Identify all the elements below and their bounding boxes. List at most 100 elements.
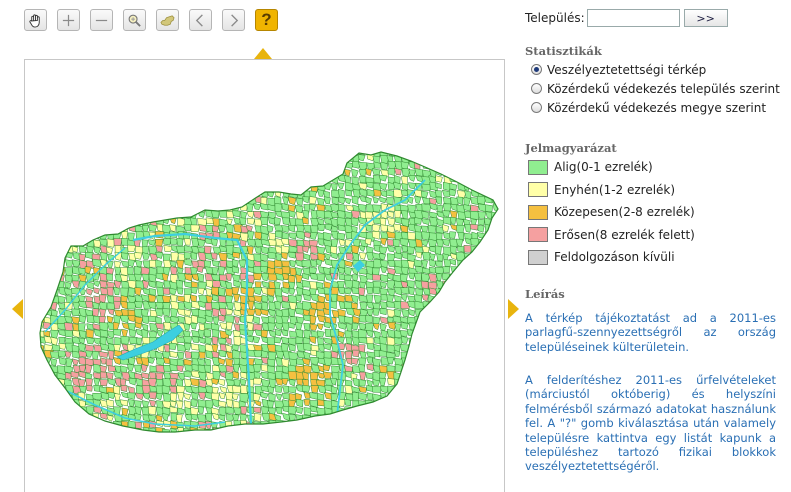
- settlement-cell[interactable]: [156, 183, 165, 192]
- settlement-cell[interactable]: [211, 412, 220, 421]
- settlement-cell[interactable]: [463, 344, 471, 352]
- settlement-cell[interactable]: [296, 182, 304, 191]
- settlement-cell[interactable]: [309, 161, 318, 169]
- settlement-cell[interactable]: [442, 293, 450, 302]
- settlement-cell[interactable]: [435, 307, 443, 316]
- settlement-cell[interactable]: [463, 379, 472, 388]
- settlement-cell[interactable]: [492, 308, 500, 316]
- settlement-cell[interactable]: [106, 427, 116, 437]
- settlement-cell[interactable]: [449, 421, 460, 428]
- settlement-cell[interactable]: [497, 329, 504, 340]
- settlement-cell[interactable]: [387, 328, 395, 339]
- settlement-cell[interactable]: [58, 356, 67, 366]
- settlement-cell[interactable]: [463, 196, 471, 206]
- settlement-cell[interactable]: [43, 196, 54, 206]
- settlement-cell[interactable]: [413, 412, 422, 420]
- settlement-cell[interactable]: [218, 210, 228, 218]
- settlement-cell[interactable]: [245, 153, 254, 161]
- settlement-cell[interactable]: [64, 406, 72, 416]
- settlement-cell[interactable]: [478, 169, 487, 179]
- settlement-cell[interactable]: [203, 147, 214, 155]
- settlement-cell[interactable]: [281, 225, 290, 233]
- settlement-cell[interactable]: [485, 343, 493, 351]
- settlement-cell[interactable]: [492, 162, 501, 172]
- settlement-cell[interactable]: [345, 436, 353, 442]
- settlement-cell[interactable]: [205, 167, 216, 175]
- settlement-cell[interactable]: [414, 426, 423, 435]
- settlement-cell[interactable]: [317, 189, 325, 197]
- settlement-cell[interactable]: [42, 428, 50, 436]
- settlement-cell[interactable]: [344, 384, 353, 394]
- settlement-cell[interactable]: [197, 399, 207, 408]
- settlement-cell[interactable]: [457, 350, 467, 359]
- settlement-cell[interactable]: [64, 175, 73, 183]
- settlement-cell[interactable]: [142, 196, 151, 204]
- settlement-cell[interactable]: [449, 307, 458, 315]
- settlement-cell[interactable]: [120, 274, 128, 282]
- settlement-cell[interactable]: [183, 204, 191, 214]
- settlement-cell[interactable]: [127, 398, 135, 407]
- settlement-cell[interactable]: [37, 224, 45, 233]
- settlement-cell[interactable]: [240, 428, 250, 436]
- settlement-cell[interactable]: [464, 168, 474, 178]
- settlement-cell[interactable]: [366, 286, 374, 294]
- settlement-cell[interactable]: [471, 398, 479, 406]
- settlement-cell[interactable]: [436, 436, 445, 444]
- settlement-cell[interactable]: [148, 174, 156, 183]
- settlement-cell[interactable]: [183, 196, 191, 206]
- settlement-cell[interactable]: [65, 427, 73, 437]
- settlement-cell[interactable]: [441, 344, 449, 353]
- stat-option-control-by-settlement[interactable]: Közérdekű védekezés település szerint: [522, 79, 780, 98]
- settlement-cell[interactable]: [500, 379, 504, 386]
- settlement-cell[interactable]: [371, 168, 381, 176]
- settlement-cell[interactable]: [427, 358, 437, 368]
- settlement-cell[interactable]: [58, 161, 67, 170]
- settlement-cell[interactable]: [128, 160, 138, 170]
- settlement-cell[interactable]: [58, 155, 68, 163]
- settlement-cell[interactable]: [57, 224, 65, 233]
- settlement-cell[interactable]: [176, 287, 184, 295]
- settlement-cell[interactable]: [500, 281, 504, 289]
- settlement-cell[interactable]: [464, 174, 473, 182]
- settlement-cell[interactable]: [358, 287, 366, 297]
- settlement-cell[interactable]: [283, 435, 290, 442]
- settlement-cell[interactable]: [224, 188, 235, 196]
- settlement-cell[interactable]: [114, 266, 122, 276]
- settlement-cell[interactable]: [79, 413, 88, 422]
- settlement-cell[interactable]: [420, 322, 428, 332]
- settlement-cell[interactable]: [435, 370, 446, 380]
- settlement-cell[interactable]: [281, 301, 290, 310]
- settlement-cell[interactable]: [161, 295, 171, 303]
- settlement-cell[interactable]: [301, 426, 311, 435]
- settlement-cell[interactable]: [499, 421, 504, 430]
- settlement-cell[interactable]: [497, 259, 504, 269]
- settlement-cell[interactable]: [120, 149, 129, 158]
- settlement-cell[interactable]: [147, 154, 157, 164]
- settlement-cell[interactable]: [93, 246, 101, 255]
- settlement-cell[interactable]: [51, 344, 61, 352]
- settlement-cell[interactable]: [274, 189, 282, 198]
- settlement-cell[interactable]: [190, 294, 197, 303]
- settlement-cell[interactable]: [309, 428, 319, 437]
- settlement-cell[interactable]: [58, 420, 68, 429]
- settlement-cell[interactable]: [477, 211, 487, 219]
- settlement-cell[interactable]: [379, 316, 389, 325]
- settlement-cell[interactable]: [273, 216, 281, 226]
- settlement-cell[interactable]: [148, 239, 157, 247]
- settlement-cell[interactable]: [470, 266, 479, 274]
- settlement-cell[interactable]: [295, 161, 304, 171]
- settlement-cell[interactable]: [456, 428, 464, 437]
- settlement-cell[interactable]: [413, 259, 423, 267]
- settlement-cell[interactable]: [288, 181, 297, 191]
- settlement-cell[interactable]: [401, 147, 410, 156]
- settlement-cell[interactable]: [366, 406, 375, 415]
- settlement-cell[interactable]: [233, 294, 240, 302]
- settlement-cell[interactable]: [134, 435, 142, 441]
- settlement-cell[interactable]: [141, 155, 149, 164]
- settlement-cell[interactable]: [219, 162, 229, 171]
- settlement-cell[interactable]: [148, 211, 156, 220]
- settlement-cell[interactable]: [407, 308, 416, 317]
- settlement-cell[interactable]: [379, 400, 389, 409]
- settlement-cell[interactable]: [161, 308, 171, 317]
- settlement-cell[interactable]: [36, 406, 43, 415]
